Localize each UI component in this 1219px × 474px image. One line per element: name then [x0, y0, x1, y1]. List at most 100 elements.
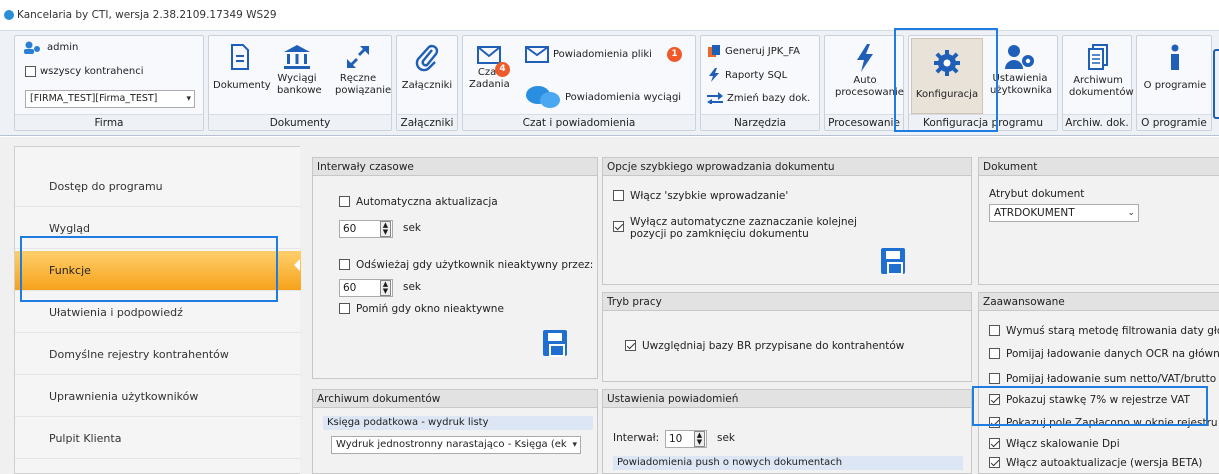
- all-contractors-checkbox[interactable]: wszyscy kontrahenci: [25, 66, 144, 77]
- panel-quick-entry: Opcje szybkiego wprowadzania dokumentu W…: [602, 157, 972, 285]
- documents-stack-icon: [1088, 44, 1108, 70]
- zadania-badge: 4: [495, 62, 510, 77]
- panel-intervals: Interwały czasowe Automatyczna aktualiza…: [312, 157, 598, 379]
- idle-interval-input[interactable]: 60 ▲ ▼: [339, 279, 393, 297]
- panel-archive: Archiwum dokumentów Księga podatkowa - w…: [312, 389, 598, 474]
- notif-interval-label: Interwał:: [613, 432, 660, 444]
- adv-checkbox-autoupdate[interactable]: [989, 457, 1000, 468]
- group-czat: Czat Zadania 4 Powiadomienia pliki 1 Pow…: [462, 35, 696, 131]
- notif-interval-unit: sek: [717, 432, 736, 444]
- chevron-down-icon: ▾: [572, 440, 577, 450]
- adv-checkbox-skip-ocr[interactable]: [989, 348, 1000, 359]
- group-zalaczniki: Załączniki Załączniki: [396, 35, 458, 131]
- sidebar-item-pulpit[interactable]: Pulpit Klienta: [15, 419, 301, 459]
- auto-update-checkbox[interactable]: [339, 196, 350, 207]
- user-settings-icon: [1005, 45, 1034, 69]
- auto-update-interval-input[interactable]: 60 ▲ ▼: [339, 220, 393, 238]
- generuj-jpk-button[interactable]: Generuj JPK_FA: [707, 44, 800, 58]
- document-attr-label: Atrybut dokument: [989, 188, 1085, 200]
- group-label-archiwum: Archiw. dok.: [1063, 114, 1131, 130]
- group-label-czat: Czat i powiadomienia: [463, 114, 695, 130]
- group-procesowanie: Auto procesowanie Procesowanie: [824, 35, 904, 131]
- vat7-highlight: [972, 386, 1208, 426]
- adv-checkbox-filter-date[interactable]: [989, 325, 1000, 336]
- notif-interval-input[interactable]: 10 ▲ ▼: [665, 430, 707, 448]
- archive-print-select[interactable]: Wydruk jednostronny narastająco - Księga…: [331, 436, 581, 454]
- all-contractors-check[interactable]: [25, 66, 36, 77]
- raporty-sql-button[interactable]: Raporty SQL: [707, 68, 787, 82]
- skip-inactive-option[interactable]: Pomiń gdy okno nieaktywne: [339, 303, 504, 315]
- sidebar-item-dostep[interactable]: Dostęp do programu: [15, 167, 301, 207]
- lightning-icon: [857, 44, 873, 72]
- idle-interval-unit: sek: [403, 281, 422, 293]
- ribbon: admin wszyscy kontrahenci [FIRMA_TEST][F…: [0, 30, 1219, 136]
- panel-quick-entry-title: Opcje szybkiego wprowadzania dokumentu: [603, 158, 971, 176]
- panel-advanced: Zaawansowane Wymuś starą metodę filtrowa…: [978, 292, 1219, 474]
- info-icon: [1171, 44, 1179, 70]
- panel-notifications-title: Ustawienia powiadomień: [603, 390, 971, 408]
- quick-entry-enable-checkbox[interactable]: [613, 190, 624, 201]
- panel-work-mode: Tryb pracy Uwzględniaj bazy BR przypisan…: [602, 292, 972, 382]
- auto-procesowanie-button[interactable]: Auto procesowanie: [829, 44, 904, 99]
- group-label-dokumenty: Dokumenty: [209, 114, 391, 130]
- title-bar: Kancelaria by CTI, wersja 2.38.2109.1734…: [0, 0, 1219, 30]
- include-br-checkbox[interactable]: [625, 340, 636, 351]
- adv-checkbox-dpi[interactable]: [989, 438, 1000, 449]
- group-oprogramie: O programie O programie: [1136, 35, 1212, 131]
- quick-entry-disable-auto-checkbox[interactable]: [613, 221, 624, 232]
- zmien-bazy-button[interactable]: Zmień bazy dok.: [707, 92, 810, 104]
- powiadomienia-wyciagi-button[interactable]: Powiadomienia wyciągi: [525, 84, 681, 110]
- archiwum-button[interactable]: Archiwum dokumentów: [1065, 44, 1134, 99]
- quick-entry-disable-auto-option[interactable]: Wyłącz automatyczne zaznaczanie kolejnej…: [613, 216, 857, 240]
- spin-arrows-icon[interactable]: ▲ ▼: [380, 280, 391, 296]
- sidebar-item-uprawnienia[interactable]: Uprawnienia użytkowników: [15, 377, 301, 417]
- refresh-idle-checkbox[interactable]: [339, 259, 350, 270]
- panel-document: Dokument Atrybut dokument ATRDOKUMENT ⌄: [978, 157, 1219, 285]
- save-intervals-button[interactable]: [543, 330, 567, 357]
- bank-icon: [284, 45, 310, 69]
- adv-option-skip-sums[interactable]: Pomijaj ładowanie sum netto/VAT/brutto n…: [989, 373, 1219, 385]
- archive-sub-label: Księga podatkowa - wydruk listy: [323, 416, 593, 430]
- save-quick-entry-button[interactable]: [881, 248, 905, 275]
- spin-arrows-icon[interactable]: ▲ ▼: [380, 221, 391, 237]
- adv-checkbox-skip-sums[interactable]: [989, 373, 1000, 384]
- link-arrows-icon: [347, 46, 369, 68]
- chevron-down-icon: ⌄: [1127, 208, 1135, 218]
- panel-work-mode-title: Tryb pracy: [603, 293, 971, 311]
- zalaczniki-button[interactable]: Załączniki: [399, 44, 455, 92]
- document-attr-select[interactable]: ATRDOKUMENT ⌄: [989, 204, 1139, 222]
- group-label-firma: Firma: [15, 114, 203, 130]
- panel-archive-title: Archiwum dokumentów: [313, 390, 597, 408]
- sidebar-item-rejestry[interactable]: Domyślne rejestry kontrahentów: [15, 335, 301, 375]
- refresh-idle-option[interactable]: Odświeżaj gdy użytkownik nieaktywny prze…: [339, 259, 593, 271]
- auto-update-option[interactable]: Automatyczna aktualizacja: [339, 196, 498, 208]
- panel-advanced-title: Zaawansowane: [979, 293, 1219, 311]
- o-programie-button[interactable]: O programie: [1139, 44, 1211, 92]
- adv-option-autoupdate[interactable]: Włącz autoaktualizacje (wersja BETA): [989, 457, 1202, 469]
- adv-option-filter-date[interactable]: Wymuś starą metodę filtrowania daty głów…: [989, 325, 1219, 337]
- document-icon: [231, 44, 249, 70]
- powiadomienia-pliki-button[interactable]: Powiadomienia pliki: [525, 46, 652, 63]
- group-archiwum: Archiwum dokumentów Archiw. dok.: [1062, 35, 1134, 131]
- adv-option-dpi[interactable]: Włącz skalowanie Dpi: [989, 438, 1120, 450]
- skip-inactive-checkbox[interactable]: [339, 303, 350, 314]
- active-item-arrow: [294, 259, 300, 271]
- dokumenty-button[interactable]: Dokumenty: [213, 44, 271, 92]
- panel-intervals-title: Interwały czasowe: [313, 158, 597, 176]
- group-label-narzedzia: Narzędzia: [701, 114, 819, 130]
- window-title: Kancelaria by CTI, wersja 2.38.2109.1734…: [17, 9, 277, 21]
- group-label-zalaczniki: Załączniki: [397, 114, 457, 130]
- reczne-powiazanie-button[interactable]: Ręczne powiązanie: [327, 44, 391, 97]
- adv-option-skip-ocr[interactable]: Pomijaj ładowanie danych OCR na głównej …: [989, 348, 1219, 360]
- envelope-icon: [525, 46, 549, 63]
- konfiguracja-highlight: [894, 28, 998, 132]
- user-label[interactable]: admin: [23, 41, 78, 54]
- wyciagi-button[interactable]: Wyciągi bankowe: [269, 44, 325, 97]
- quick-entry-enable-option[interactable]: Włącz 'szybkie wprowadzanie': [613, 190, 788, 202]
- auto-update-unit: sek: [403, 222, 422, 234]
- spin-arrows-icon[interactable]: ▲ ▼: [694, 431, 705, 447]
- firm-select[interactable]: [FIRMA_TEST][Firma_TEST] ▾: [25, 90, 195, 108]
- chat-bubbles-icon: [526, 86, 560, 108]
- panel-document-title: Dokument: [979, 158, 1219, 176]
- include-br-option[interactable]: Uwzględniaj bazy BR przypisane do kontra…: [625, 340, 904, 352]
